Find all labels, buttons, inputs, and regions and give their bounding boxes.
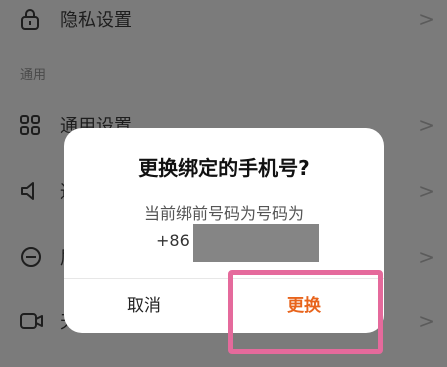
chevron-right-icon: > — [418, 7, 435, 31]
settings-row-label: 隐私设置 — [60, 10, 132, 31]
chevron-right-icon: > — [418, 245, 435, 269]
chevron-right-icon: > — [418, 113, 435, 137]
cancel-button[interactable]: 取消 — [64, 279, 224, 333]
lock-icon — [20, 8, 40, 30]
chevron-right-icon: > — [418, 179, 435, 203]
settings-row-privacy[interactable]: 隐私设置 > — [0, 0, 447, 42]
dialog-message: 当前绑前号码为号码为 — [143, 204, 304, 223]
redacted-phone-number — [193, 224, 319, 262]
highlight-box — [228, 270, 383, 354]
video-camera-icon — [20, 312, 44, 330]
chevron-right-icon: > — [418, 309, 435, 333]
speaker-icon — [20, 181, 42, 201]
section-header-general: 通用 — [20, 68, 47, 83]
dialog-title: 更换绑定的手机号? — [138, 156, 310, 180]
minus-circle-icon — [20, 246, 42, 268]
phone-prefix: +86 — [156, 231, 190, 250]
grid-icon — [20, 115, 40, 135]
